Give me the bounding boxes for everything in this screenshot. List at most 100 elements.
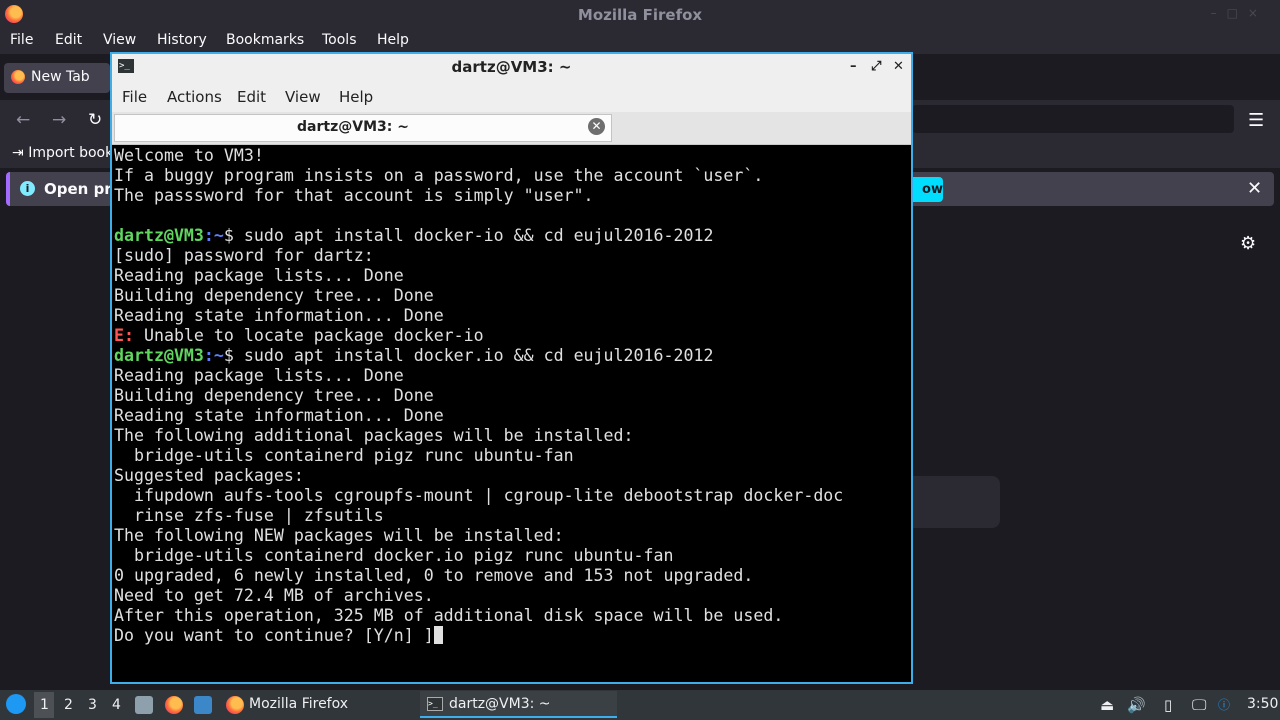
back-arrow-icon[interactable]: ← [16, 110, 30, 130]
task-terminal-label[interactable]: dartz@VM3: ~ [449, 696, 551, 712]
line-text: The following NEW packages will be insta… [114, 526, 564, 545]
terminal-output[interactable]: Welcome to VM3! If a buggy program insist… [114, 146, 909, 681]
firefox-menu-history[interactable]: History [157, 32, 207, 48]
terminal-menu-view[interactable]: View [285, 88, 321, 106]
terminal-menu-file[interactable]: File [122, 88, 147, 106]
firefox-menu-edit[interactable]: Edit [55, 32, 82, 48]
file-manager-icon[interactable] [135, 696, 153, 714]
line-text: bridge-utils containerd docker.io pigz r… [114, 546, 674, 565]
line-text: Reading state information... Done [114, 406, 444, 425]
terminal-line: Reading state information... Done [114, 406, 909, 426]
terminal-line: After this operation, 325 MB of addition… [114, 606, 909, 626]
line-text: Building dependency tree... Done [114, 386, 434, 405]
firefox-menu-help[interactable]: Help [377, 32, 409, 48]
terminal-line: If a buggy program insists on a password… [114, 166, 909, 186]
firefox-menu-view[interactable]: View [103, 32, 136, 48]
terminal-line: bridge-utils containerd pigz runc ubuntu… [114, 446, 909, 466]
firefox-task-icon [226, 696, 244, 714]
close-window-icon[interactable]: ✕ [893, 59, 904, 74]
terminal-line: Reading package lists... Done [114, 366, 909, 386]
firefox-window-title: Mozilla Firefox [577, 6, 703, 24]
minimize-icon[interactable]: – [850, 59, 857, 74]
line-text: Welcome to VM3! [114, 146, 264, 165]
workspace-3[interactable]: 3 [88, 697, 97, 713]
volume-icon[interactable]: 🔊 [1127, 696, 1146, 714]
line-text: [sudo] password for dartz: [114, 246, 374, 265]
line-text: The following additional packages will b… [114, 426, 634, 445]
workspace-4[interactable]: 4 [112, 697, 121, 713]
terminal-line: Reading package lists... Done [114, 266, 909, 286]
terminal-line: E: Unable to locate package docker-io [114, 326, 909, 346]
terminal-lines: Welcome to VM3! If a buggy program insist… [114, 146, 909, 646]
terminal-window-title: dartz@VM3: ~ [451, 58, 572, 76]
line-text: 0 upgraded, 6 newly installed, 0 to remo… [114, 566, 754, 585]
firefox-window-controls[interactable]: –□× [1211, 6, 1268, 20]
update-notification-icon[interactable]: ⓘ [1218, 696, 1230, 713]
line-text: rinse zfs-fuse | zfsutils [114, 506, 384, 525]
text-cursor [433, 626, 443, 644]
line-text: Suggested packages: [114, 466, 304, 485]
terminal-menu-edit[interactable]: Edit [237, 88, 266, 106]
import-bookmarks-link[interactable]: ⇥ Import book [12, 145, 113, 161]
terminal-line: rinse zfs-fuse | zfsutils [114, 506, 909, 526]
close-icon[interactable]: ✕ [1247, 178, 1262, 199]
workspace-2[interactable]: 2 [64, 697, 73, 713]
firefox-tab-label[interactable]: New Tab [31, 69, 90, 85]
prompt-user: dartz@VM3 [114, 346, 204, 365]
newtab-card[interactable] [900, 476, 1000, 528]
terminal-line: The following additional packages will b… [114, 426, 909, 446]
prompt-path: :~ [203, 226, 224, 245]
start-menu-icon[interactable] [6, 694, 26, 714]
clock[interactable]: 3:50 [1247, 696, 1278, 712]
firefox-launcher-icon[interactable] [165, 696, 183, 714]
terminal-line: 0 upgraded, 6 newly installed, 0 to remo… [114, 566, 909, 586]
firefox-menu-file[interactable]: File [10, 32, 33, 48]
clipboard-icon[interactable]: ▯ [1164, 696, 1172, 714]
import-bookmarks-label: Import book [28, 145, 114, 161]
import-icon: ⇥ [12, 145, 24, 161]
firefox-menu-tools[interactable]: Tools [322, 32, 357, 48]
terminal-line: The following NEW packages will be insta… [114, 526, 909, 546]
error-prefix: E: [114, 326, 134, 345]
show-desktop-icon[interactable] [194, 696, 212, 714]
terminal-line: dartz@VM3:~$ sudo apt install docker.io … [114, 346, 909, 366]
terminal-line: Do you want to continue? [Y/n] ] [114, 626, 909, 646]
taskbar [0, 690, 1280, 720]
task-firefox[interactable]: Mozilla Firefox [249, 696, 348, 712]
terminal-line: Welcome to VM3! [114, 146, 909, 166]
line-text: Do you want to continue? [Y/n] ] [114, 626, 434, 645]
eject-icon[interactable]: ⏏ [1100, 696, 1114, 714]
terminal-line: Building dependency tree... Done [114, 286, 909, 306]
line-text: Reading package lists... Done [114, 366, 404, 385]
terminal-line: ifupdown aufs-tools cgroupfs-mount | cgr… [114, 486, 909, 506]
terminal-tab-label[interactable]: dartz@VM3: ~ [114, 119, 592, 135]
maximize-icon[interactable]: ⤢ [871, 59, 881, 74]
terminal-menu-actions[interactable]: Actions [167, 88, 222, 106]
line-text: Need to get 72.4 MB of archives. [114, 586, 434, 605]
line-text: If a buggy program insists on a password… [114, 166, 764, 185]
reload-icon[interactable]: ↻ [88, 110, 102, 130]
line-text: $ sudo apt install docker.io && cd eujul… [223, 346, 714, 365]
firefox-menu-bookmarks[interactable]: Bookmarks [226, 32, 304, 48]
hamburger-menu-icon[interactable]: ☰ [1248, 110, 1264, 131]
workspace-1[interactable]: 1 [40, 697, 49, 713]
line-text: Building dependency tree... Done [114, 286, 434, 305]
terminal-line: Suggested packages: [114, 466, 909, 486]
terminal-line: [sudo] password for dartz: [114, 246, 909, 266]
line-text: After this operation, 325 MB of addition… [114, 606, 784, 625]
terminal-menu-help[interactable]: Help [339, 88, 373, 106]
forward-arrow-icon[interactable]: → [52, 110, 66, 130]
line-text: Reading package lists... Done [114, 266, 404, 285]
terminal-line: bridge-utils containerd docker.io pigz r… [114, 546, 909, 566]
terminal-line: dartz@VM3:~$ sudo apt install docker-io … [114, 226, 909, 246]
network-icon[interactable]: 🖵 [1192, 696, 1206, 714]
info-icon: i [20, 181, 35, 196]
terminal-line: Need to get 72.4 MB of archives. [114, 586, 909, 606]
terminal-menubar [112, 82, 911, 112]
gear-icon[interactable]: ⚙ [1240, 233, 1256, 254]
prompt-user: dartz@VM3 [114, 226, 204, 245]
line-text: Unable to locate package docker-io [133, 326, 484, 345]
tab-close-icon[interactable]: ✕ [588, 118, 605, 135]
firefox-url-bar[interactable] [912, 105, 1234, 133]
